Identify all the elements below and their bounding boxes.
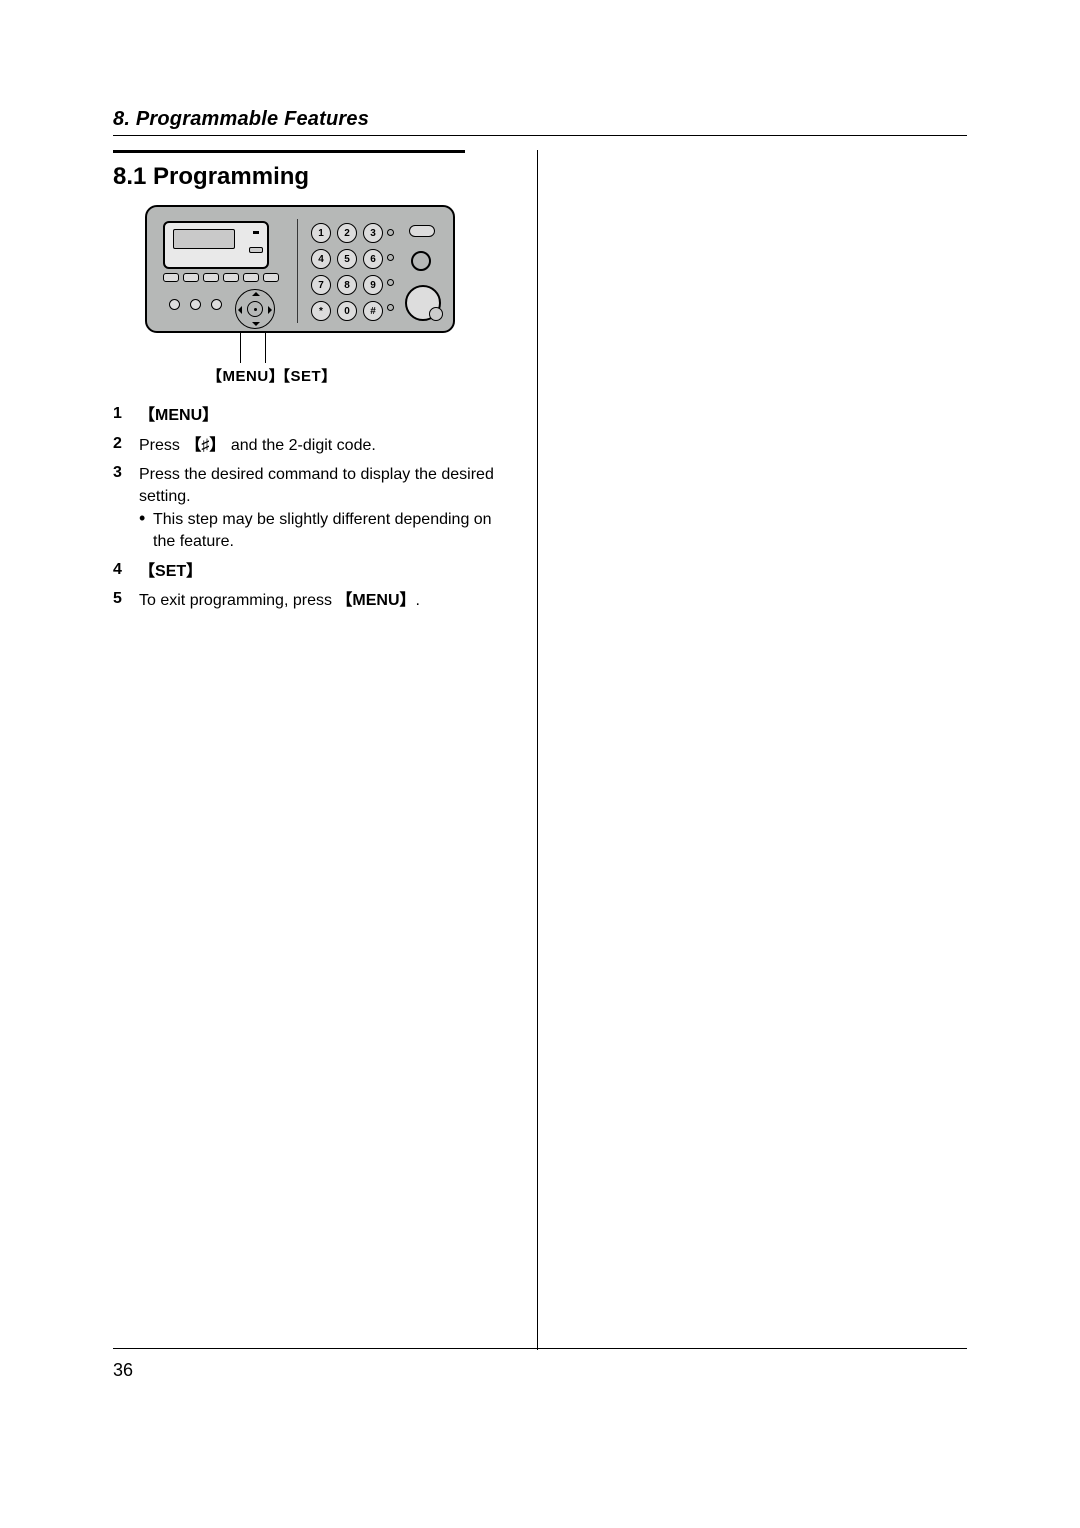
step-number: 1 [113,405,127,423]
device-panel: 1 2 3 4 5 6 7 8 9 * 0 # [145,205,455,333]
step-content: SET [139,561,202,583]
indicator-dots [387,229,394,311]
step-text-prefix: To exit programming, press [139,592,336,609]
step-number: 5 [113,590,127,608]
panel-dot [387,254,394,261]
keypad-key: 6 [363,249,383,269]
button-row [163,273,279,282]
keypad-key: 8 [337,275,357,295]
panel-dot [190,299,201,310]
panel-dot [211,299,222,310]
chapter-number: 8. [113,108,130,130]
step-item: 5 To exit programming, press MENU. [113,590,503,612]
panel-dot [387,304,394,311]
up-arrow-icon [252,288,260,296]
step-number: 4 [113,561,127,579]
leader-line [240,333,241,363]
key-set: SET [139,563,202,580]
keypad-key: 5 [337,249,357,269]
key-menu: MENU [336,592,415,609]
step-text-suffix: and the 2-digit code. [226,437,375,454]
two-column-layout: 8.1 Programming [113,150,967,1350]
control-panel-illustration: 1 2 3 4 5 6 7 8 9 * 0 # [145,205,455,393]
step-item: 1 MENU [113,405,503,427]
lcd-block [163,221,269,269]
panel-button [203,273,219,282]
column-divider [537,150,538,1350]
keypad-key-hash: # [363,301,383,321]
step-content: Press the desired command to display the… [139,464,503,552]
step-number: 3 [113,464,127,482]
section-number: 8.1 [113,163,146,190]
step-list: 1 MENU 2 Press ♯ and the 2-digit code. 3… [113,405,503,612]
step-item: 3 Press the desired command to display t… [113,464,503,552]
keypad-key-star: * [311,301,331,321]
leader-line [265,333,266,363]
step-text-prefix: Press [139,437,184,454]
panel-dot [387,279,394,286]
lcd-detail [253,231,259,234]
keypad-key: 4 [311,249,331,269]
keypad-key: 1 [311,223,331,243]
panel-large-button [405,285,441,321]
panel-separator [297,219,298,323]
three-dots [169,299,222,310]
keypad-key: 3 [363,223,383,243]
panel-pill-button [409,225,435,237]
step-item: 4 SET [113,561,503,583]
key-menu: MENU [139,407,218,424]
step-text-suffix: . [416,592,420,609]
step-item: 2 Press ♯ and the 2-digit code. [113,435,503,457]
step-content: MENU [139,405,218,427]
panel-button [263,273,279,282]
callout-leaders: MENU SET [145,333,455,393]
numeric-keypad: 1 2 3 4 5 6 7 8 9 * 0 # [311,223,385,323]
section-rule [113,150,465,153]
left-column: 8.1 Programming [113,150,513,1350]
step-subnote: This step may be slightly different depe… [139,509,503,552]
step-content: To exit programming, press MENU. [139,590,420,612]
panel-circle-button [411,251,431,271]
page-body: 8. Programmable Features 8.1 Programming [113,108,967,1350]
hash-key-icon: ♯ [184,435,226,457]
panel-dot [387,229,394,236]
callout-label-set: SET [275,365,337,386]
left-arrow-icon [234,306,242,314]
lcd-button [249,247,263,253]
right-arrow-icon [268,306,276,314]
step-content: Press ♯ and the 2-digit code. [139,435,376,457]
panel-button [223,273,239,282]
step-text: Press the desired command to display the… [139,466,494,505]
keypad-key: 2 [337,223,357,243]
nav-center [247,301,263,317]
page-number: 36 [113,1360,133,1381]
panel-button [243,273,259,282]
panel-button [163,273,179,282]
chapter-title-text: Programmable Features [136,108,369,130]
chapter-title: 8. Programmable Features [113,108,369,130]
callout-label-menu: MENU [207,365,284,386]
panel-dot [169,299,180,310]
keypad-key: 7 [311,275,331,295]
footer-rule [113,1348,967,1349]
chapter-header: 8. Programmable Features [113,108,967,136]
keypad-key: 0 [337,301,357,321]
section-title: 8.1 Programming [113,163,503,191]
panel-button [183,273,199,282]
section-title-text: Programming [153,163,309,190]
step-number: 2 [113,435,127,453]
nav-dpad [235,289,275,329]
keypad-key: 9 [363,275,383,295]
down-arrow-icon [252,322,260,330]
